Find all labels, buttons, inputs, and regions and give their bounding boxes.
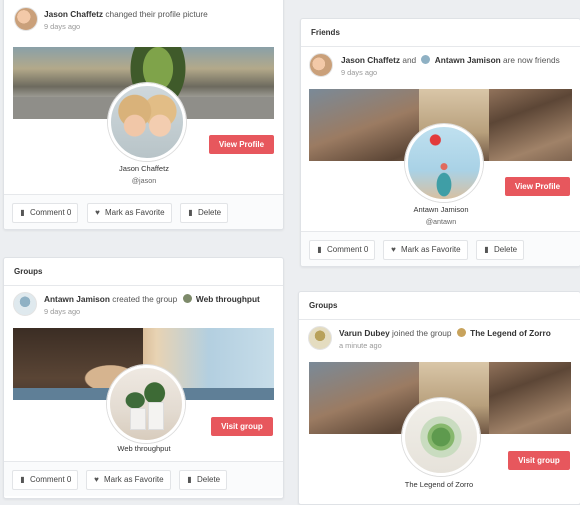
activity-card-friends: Friends Jason Chaffetz and Antawn Jamiso… xyxy=(300,18,580,267)
profile-handle: @jason xyxy=(131,176,157,185)
comment-icon: ▮ xyxy=(317,245,322,254)
card-header: Groups xyxy=(4,258,283,286)
actor-link[interactable]: Antawn Jamison xyxy=(44,294,110,304)
card-footer: ▮ Comment 0 ♥ Mark as Favorite ▮ Delete xyxy=(301,231,580,266)
group-name[interactable]: Web throughput xyxy=(74,444,214,453)
delete-button[interactable]: ▮ Delete xyxy=(180,203,229,223)
comment-button[interactable]: ▮ Comment 0 xyxy=(12,470,79,490)
comment-button[interactable]: ▮ Comment 0 xyxy=(12,203,79,223)
card-header: Friends xyxy=(301,19,580,47)
activity-connector: and xyxy=(402,55,417,65)
timestamp: 9 days ago xyxy=(44,22,81,31)
avatar[interactable] xyxy=(309,53,333,77)
activity-row: Antawn Jamison created the group Web thr… xyxy=(4,286,283,322)
visit-group-button[interactable]: Visit group xyxy=(508,451,570,470)
trash-icon: ▮ xyxy=(187,475,192,484)
comment-button[interactable]: ▮ Comment 0 xyxy=(309,240,376,260)
group-avatar[interactable] xyxy=(107,365,185,443)
card-header: Groups xyxy=(299,292,580,320)
activity-row: Jason Chaffetz changed their profile pic… xyxy=(4,1,283,37)
favorite-button[interactable]: ♥ Mark as Favorite xyxy=(86,470,171,490)
delete-button[interactable]: ▮ Delete xyxy=(179,470,228,490)
profile-avatar[interactable] xyxy=(108,83,186,161)
favorite-button[interactable]: ♥ Mark as Favorite xyxy=(383,240,468,260)
card-footer: ▮ Comment 0 ♥ Mark as Favorite ▮ Delete xyxy=(4,461,283,496)
heart-icon: ♥ xyxy=(95,208,100,217)
view-profile-button[interactable]: View Profile xyxy=(209,135,274,154)
card-footer: ▮ Comment 0 ♥ Mark as Favorite ▮ Delete xyxy=(4,194,283,229)
view-profile-button[interactable]: View Profile xyxy=(505,177,570,196)
avatar[interactable] xyxy=(308,326,332,350)
activity-card-group-joined: Groups Varun Dubey joined the group The … xyxy=(298,291,580,505)
heart-icon: ♥ xyxy=(391,245,396,254)
heart-icon: ♥ xyxy=(94,475,99,484)
comment-icon: ▮ xyxy=(20,208,25,217)
trash-icon: ▮ xyxy=(188,208,193,217)
activity-text: Varun Dubey joined the group The Legend … xyxy=(339,328,551,338)
avatar[interactable] xyxy=(13,292,37,316)
activity-action: changed their profile picture xyxy=(105,9,208,19)
profile-name[interactable]: Jason Chaffetz xyxy=(74,164,214,173)
timestamp: 9 days ago xyxy=(341,68,378,77)
activity-action: joined the group xyxy=(392,328,452,338)
activity-text: Antawn Jamison created the group Web thr… xyxy=(44,294,260,304)
actor-link[interactable]: Jason Chaffetz xyxy=(341,55,400,65)
activity-card-group-created: Groups Antawn Jamison created the group … xyxy=(3,257,284,499)
activity-text: Jason Chaffetz and Antawn Jamison are no… xyxy=(341,55,560,65)
activity-row: Varun Dubey joined the group The Legend … xyxy=(299,320,580,356)
favorite-button[interactable]: ♥ Mark as Favorite xyxy=(87,203,172,223)
avatar[interactable] xyxy=(14,7,38,31)
friend-avatar-icon xyxy=(421,55,431,64)
trash-icon: ▮ xyxy=(484,245,489,254)
activity-text: Jason Chaffetz changed their profile pic… xyxy=(44,9,208,19)
activity-action: are now friends xyxy=(503,55,560,65)
actor-link[interactable]: Jason Chaffetz xyxy=(44,9,103,19)
profile-handle: @antawn xyxy=(425,217,457,226)
profile-avatar[interactable] xyxy=(405,124,483,202)
target-link[interactable]: The Legend of Zorro xyxy=(470,328,551,338)
actor-link[interactable]: Varun Dubey xyxy=(339,328,390,338)
group-avatar-icon xyxy=(456,328,466,337)
delete-button[interactable]: ▮ Delete xyxy=(476,240,525,260)
activity-card-profile-picture: Jason Chaffetz changed their profile pic… xyxy=(3,0,284,230)
group-avatar[interactable] xyxy=(402,398,480,476)
activity-row: Jason Chaffetz and Antawn Jamison are no… xyxy=(301,47,580,83)
target-link[interactable]: Web throughput xyxy=(196,294,260,304)
timestamp: 9 days ago xyxy=(44,307,81,316)
target-link[interactable]: Antawn Jamison xyxy=(435,55,501,65)
comment-icon: ▮ xyxy=(20,475,25,484)
visit-group-button[interactable]: Visit group xyxy=(211,417,273,436)
activity-action: created the group xyxy=(112,294,178,304)
group-avatar-icon xyxy=(182,294,192,303)
group-name[interactable]: The Legend of Zorro xyxy=(369,480,509,489)
profile-name[interactable]: Antawn Jamison xyxy=(371,205,511,214)
timestamp: a minute ago xyxy=(339,341,382,350)
